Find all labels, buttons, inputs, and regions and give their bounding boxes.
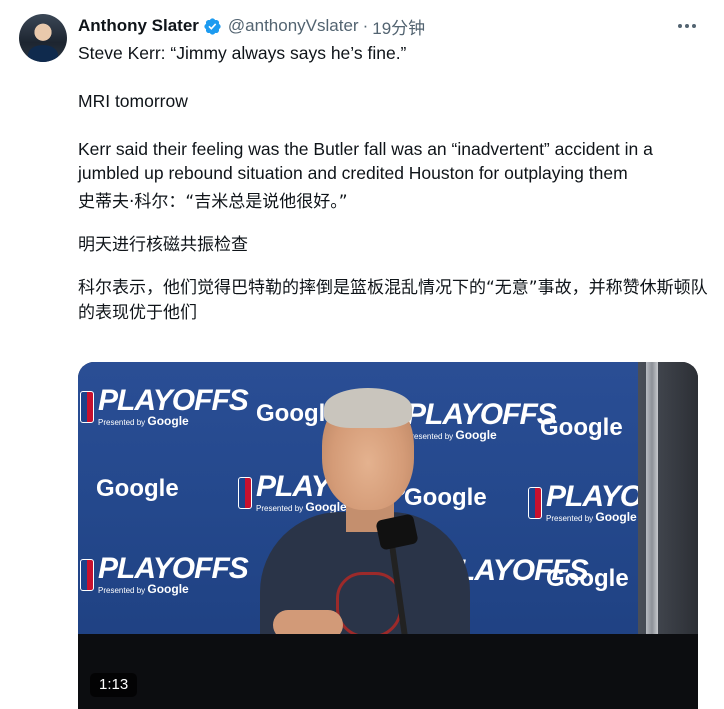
google-logo: Google [404,484,487,511]
separator-dot: · [362,16,369,35]
playoffs-text: PLAYOFFS [406,398,557,431]
background-pole [646,362,658,642]
nba-logo-icon [528,487,542,519]
google-logo: Google [96,475,179,502]
verified-badge-icon [204,17,221,35]
tweet-line-zh-kerr-said: 科尔表示，他们觉得巴特勒的摔倒是篮板混乱情况下的“无意”事故，并称赞休斯顿队的表… [78,278,708,323]
nba-logo-icon [80,391,94,423]
press-table [78,634,698,709]
author-handle[interactable]: @anthonyVslater [228,16,359,36]
more-options-icon[interactable] [674,14,700,38]
shirt-graphic [336,572,402,638]
presented-by: Presented by Google [98,414,189,428]
tweet-line-zh-quote: 史蒂夫·科尔：“吉米总是说他很好。” [78,192,348,212]
playoffs-logo: PLAYOFFS Presented by Google [80,384,249,428]
playoffs-logo: PLAYOFFS Presented by Google [80,552,249,596]
tweet-line-kerr-said: Kerr said their feeling was the Butler f… [78,139,653,183]
presented-by: Presented by Google [406,428,497,442]
speaker-hair [324,388,412,428]
google-logo: Google [540,414,623,441]
video-duration: 1:13 [90,673,138,697]
video-player[interactable]: PLAYOFFS Presented by Google PLAYOFFS Pr… [78,362,698,709]
tweet-line-mri: MRI tomorrow [78,91,188,111]
author-name[interactable]: Anthony Slater [78,16,199,36]
tweet-line-zh-mri: 明天进行核磁共振检查 [78,235,248,255]
presented-by: Presented by Google [98,582,189,596]
playoffs-text: PLAYOFFS [98,384,249,417]
tweet-text: Steve Kerr: “Jimmy always says he’s fine… [78,41,708,326]
author-avatar[interactable] [19,14,67,62]
tweet-line-quote: Steve Kerr: “Jimmy always says he’s fine… [78,43,407,63]
nba-logo-icon [80,559,94,591]
timestamp[interactable]: 19分钟 [372,14,425,39]
playoffs-text: PLAYOFFS [98,552,249,585]
google-logo: Google [546,565,629,592]
tweet-header: Anthony Slater @anthonyVslater · 19分钟 [78,13,425,39]
nba-logo-icon [238,477,252,509]
